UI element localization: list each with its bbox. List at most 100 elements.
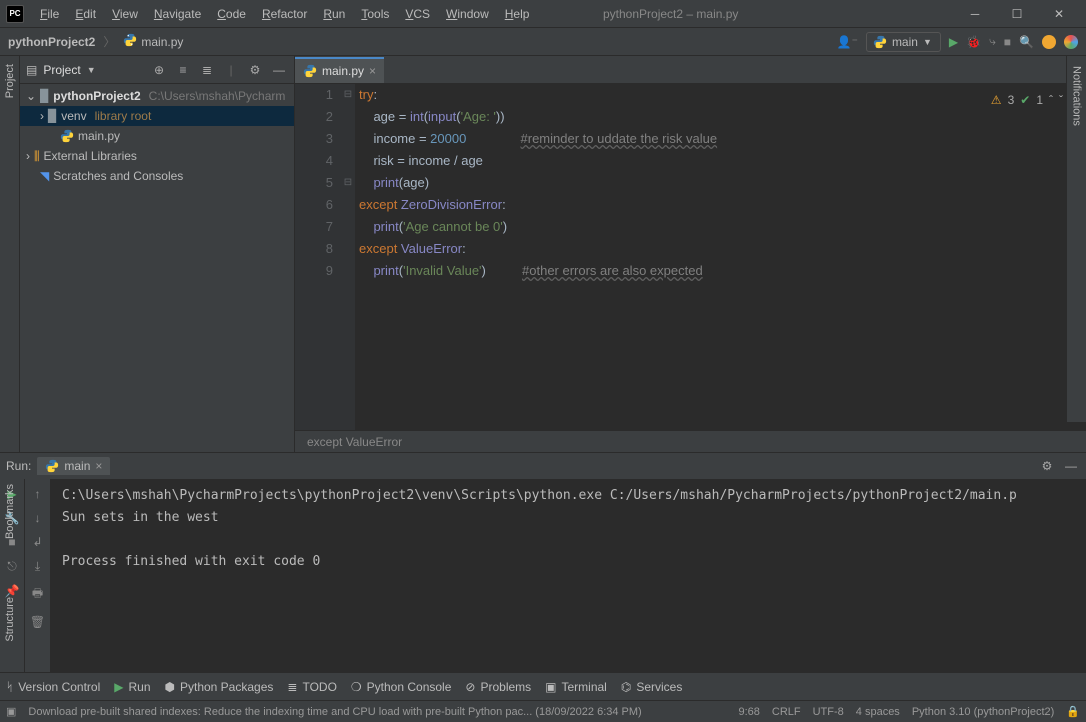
chevron-down-icon[interactable]: ⌄: [26, 89, 36, 103]
code-content[interactable]: ⚠3 ✔1 ˆ ˇ try: age = int(input('Age: '))…: [355, 84, 1086, 430]
chevron-right-icon[interactable]: ›: [40, 109, 44, 123]
debug-button[interactable]: 🐞: [966, 35, 981, 49]
minimize-button[interactable]: ─: [954, 0, 996, 28]
tree-root[interactable]: ⌄ ▉ pythonProject2 C:\Users\mshah\Pychar…: [20, 86, 294, 106]
next-highlight-icon[interactable]: ˇ: [1059, 89, 1063, 111]
run-config-selector[interactable]: main ▼: [866, 32, 941, 52]
scroll-end-icon[interactable]: ⤓: [35, 559, 40, 574]
print-icon[interactable]: 🖶: [32, 584, 43, 605]
menu-refactor[interactable]: Refactor: [254, 7, 315, 21]
indent-info[interactable]: 4 spaces: [856, 706, 900, 718]
packages-tool-button[interactable]: ⬢Python Packages: [165, 680, 274, 694]
tree-external[interactable]: › ⫼ External Libraries: [20, 146, 294, 166]
problems-icon: ⊘: [465, 680, 475, 694]
tree-main-file[interactable]: main.py: [20, 126, 294, 146]
menu-edit[interactable]: Edit: [67, 7, 104, 21]
close-button[interactable]: ✕: [1038, 0, 1080, 28]
code-line[interactable]: age = int(input('Age: ')): [359, 106, 1086, 128]
run-tab-label: main: [64, 459, 90, 473]
tool-label: Terminal: [562, 680, 607, 694]
hide-panel-icon[interactable]: —: [270, 61, 288, 79]
tree-scratches[interactable]: ◥ Scratches and Consoles: [20, 166, 294, 186]
right-tool-rail: Notifications: [1066, 56, 1086, 422]
chevron-right-icon[interactable]: ›: [26, 149, 30, 163]
editor-tabs: main.py × ⋮: [295, 56, 1086, 84]
collapse-all-icon[interactable]: ≣: [198, 61, 216, 79]
soft-wrap-icon[interactable]: ↲: [32, 535, 42, 549]
editor-context-bar: except ValueError: [295, 430, 1086, 452]
breadcrumb-file[interactable]: main.py: [141, 35, 183, 49]
file-encoding[interactable]: UTF-8: [813, 706, 844, 718]
structure-tool-button[interactable]: Structure: [4, 593, 16, 646]
ide-update-icon[interactable]: [1042, 35, 1056, 49]
bookmarks-tool-button[interactable]: Bookmarks: [4, 480, 16, 543]
code-with-me-icon[interactable]: [1064, 35, 1078, 49]
python-console-tool-button[interactable]: ❍Python Console: [351, 680, 452, 694]
coverage-button[interactable]: ⤷: [989, 34, 996, 49]
code-line[interactable]: print('Invalid Value') #other errors are…: [359, 260, 1086, 282]
maximize-button[interactable]: ☐: [996, 0, 1038, 28]
locate-icon[interactable]: ⊕: [150, 61, 168, 79]
search-icon[interactable]: 🔍: [1019, 35, 1034, 49]
stop-button[interactable]: ■: [1004, 35, 1011, 49]
menu-run[interactable]: Run: [315, 7, 353, 21]
problems-tool-button[interactable]: ⊘ Problems: [465, 680, 531, 694]
quick-access-icon[interactable]: ▣: [6, 705, 16, 718]
console-output[interactable]: C:\Users\mshah\PycharmProjects\pythonPro…: [50, 479, 1086, 672]
notifications-tool-button[interactable]: Notifications: [1071, 62, 1083, 130]
caret-position[interactable]: 9:68: [738, 706, 759, 718]
breadcrumb[interactable]: pythonProject2 〉 main.py: [8, 33, 183, 50]
services-tool-button[interactable]: ⌬Services: [621, 680, 683, 694]
todo-tool-button[interactable]: ≣TODO: [287, 680, 337, 694]
editor: main.py × ⋮ 123456789 ⊟⊟ ⚠3 ✔1 ˆ ˇ try: …: [295, 56, 1086, 452]
code-line[interactable]: risk = income / age: [359, 150, 1086, 172]
project-tree[interactable]: ⌄ ▉ pythonProject2 C:\Users\mshah\Pychar…: [20, 84, 294, 452]
line-separator[interactable]: CRLF: [772, 706, 801, 718]
code-line[interactable]: try:: [359, 84, 1086, 106]
settings-icon[interactable]: ⚙: [246, 61, 264, 79]
code-area[interactable]: 123456789 ⊟⊟ ⚠3 ✔1 ˆ ˇ try: age = int(in…: [295, 84, 1086, 430]
python-file-icon: [45, 459, 59, 473]
run-tool-window: Run: main × ⚙ — ▶ 🔧 ■ ⎋ 📌 ↑ ↓ ↲ ⤓ 🖶 🗑 C:…: [0, 452, 1086, 672]
menu-file[interactable]: File: [32, 7, 67, 21]
code-line[interactable]: except ValueError:: [359, 238, 1086, 260]
clear-icon[interactable]: 🗑: [30, 615, 45, 629]
fold-gutter[interactable]: ⊟⊟: [341, 84, 355, 430]
code-line[interactable]: income = 20000 #reminder to uddate the r…: [359, 128, 1086, 150]
inspection-widget[interactable]: ⚠3 ✔1 ˆ ˇ: [988, 88, 1066, 112]
menu-code[interactable]: Code: [209, 7, 254, 21]
project-tool-button[interactable]: Project: [4, 60, 16, 102]
tree-venv[interactable]: › ▉ venv library root: [20, 106, 294, 126]
run-button[interactable]: ▶: [949, 35, 958, 49]
expand-all-icon[interactable]: ≡: [174, 61, 192, 79]
ok-icon: ✔: [1020, 89, 1030, 111]
view-mode-dropdown-icon[interactable]: ▼: [87, 65, 96, 75]
menu-view[interactable]: View: [104, 7, 146, 21]
status-message[interactable]: Download pre-built shared indexes: Reduc…: [28, 706, 726, 718]
tree-root-path: C:\Users\mshah\Pycharm: [149, 89, 286, 103]
breadcrumb-project[interactable]: pythonProject2: [8, 35, 95, 49]
code-line[interactable]: print('Age cannot be 0'): [359, 216, 1086, 238]
close-tab-icon[interactable]: ×: [369, 64, 376, 78]
prev-highlight-icon[interactable]: ˆ: [1049, 89, 1053, 111]
lock-icon[interactable]: 🔒: [1066, 705, 1080, 718]
python-sdk[interactable]: Python 3.10 (pythonProject2): [912, 706, 1054, 718]
down-icon[interactable]: ↓: [35, 511, 41, 525]
vcs-tool-button[interactable]: ᛋVersion Control: [6, 680, 100, 694]
code-line[interactable]: print(age): [359, 172, 1086, 194]
run-settings-icon[interactable]: ⚙: [1038, 457, 1056, 475]
add-user-icon[interactable]: 👤⁻: [837, 35, 858, 49]
project-panel-title: Project: [43, 63, 80, 77]
run-tool-button[interactable]: ▶Run: [114, 680, 150, 694]
editor-tab[interactable]: main.py ×: [295, 57, 384, 83]
menu-navigate[interactable]: Navigate: [146, 7, 209, 21]
up-icon[interactable]: ↑: [35, 487, 41, 501]
hide-run-panel-icon[interactable]: —: [1062, 457, 1080, 475]
terminal-tool-button[interactable]: ▣Terminal: [545, 680, 607, 694]
close-run-tab-icon[interactable]: ×: [95, 459, 102, 473]
console-icon: ❍: [351, 680, 362, 694]
run-tab[interactable]: main ×: [37, 457, 110, 475]
tool-label: Problems: [480, 680, 531, 694]
code-line[interactable]: except ZeroDivisionError:: [359, 194, 1086, 216]
line-gutter[interactable]: 123456789: [295, 84, 341, 430]
